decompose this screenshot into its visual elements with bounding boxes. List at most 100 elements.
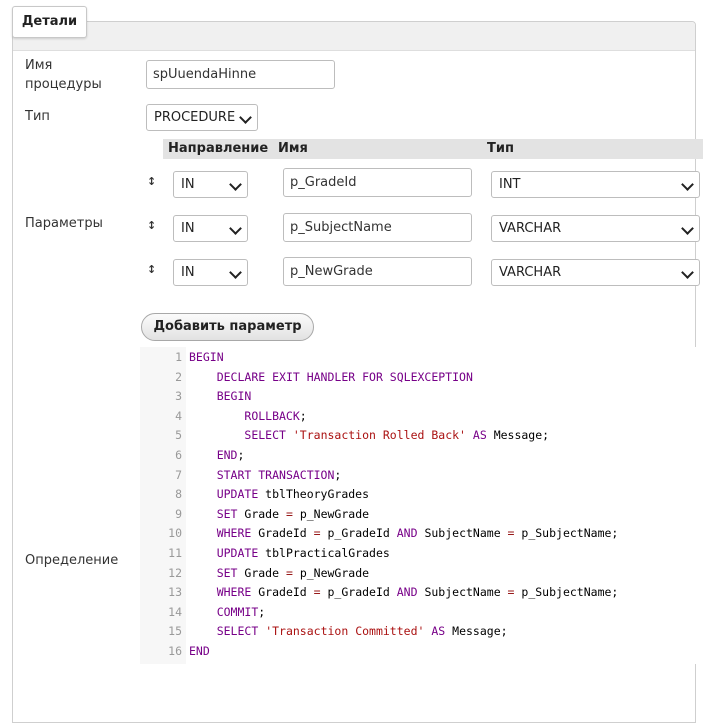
code-token: AND — [396, 585, 418, 600]
drag-handle-icon[interactable]: ↕ — [147, 175, 156, 188]
code-editor[interactable]: 1 BEGIN 2 DECLARE EXIT HANDLER FOR SQLEXCE… — [140, 347, 703, 664]
code-line[interactable]: 15 SELECT 'Transaction Committed' AS Mes… — [140, 622, 703, 642]
code-token: BEGIN — [189, 350, 224, 364]
code-text: SELECT 'Transaction Rolled Back' AS Mess… — [189, 426, 549, 446]
code-token: SubjectName — [417, 526, 508, 541]
param-name-input[interactable]: p_NewGrade — [283, 257, 472, 286]
code-token: ; — [237, 448, 245, 462]
line-number: 6 — [175, 448, 182, 462]
code-token: Grade — [237, 506, 286, 521]
param-direction-select[interactable]: IN — [173, 215, 248, 242]
code-line[interactable]: 6 END; — [140, 446, 703, 466]
code-token: p_NewGrade — [292, 565, 370, 580]
code-token: tblTheoryGrades — [258, 487, 370, 502]
code-token: WHERE — [216, 585, 252, 600]
code-line[interactable]: 3 BEGIN — [140, 387, 703, 407]
line-number: 5 — [175, 428, 182, 443]
code-text: BEGIN — [189, 387, 252, 407]
code-line[interactable]: 2 DECLARE EXIT HANDLER FOR SQLEXCEPTION — [140, 368, 703, 388]
details-legend: Детали — [12, 6, 87, 38]
code-token: p_NewGrade — [292, 506, 370, 521]
code-token: GradeId — [251, 526, 314, 541]
code-token: AND — [396, 526, 418, 541]
code-line[interactable]: 7 START TRANSACTION; — [140, 466, 703, 486]
param-direction-select[interactable]: IN — [173, 259, 248, 286]
line-number: 8 — [175, 487, 182, 502]
code-line[interactable]: 12 SET Grade = p_NewGrade — [140, 564, 703, 584]
param-direction-value: IN — [181, 177, 195, 192]
line-number: 13 — [168, 585, 182, 600]
chevron-down-icon — [239, 111, 252, 124]
code-line[interactable]: 1 BEGIN — [140, 348, 703, 368]
code-line[interactable]: 5 SELECT 'Transaction Rolled Back' AS Me… — [140, 426, 703, 446]
line-number: 1 — [175, 350, 182, 364]
type-select[interactable]: PROCEDURE — [146, 104, 258, 131]
chevron-down-icon — [681, 178, 694, 191]
code-token: END — [216, 448, 238, 462]
code-token: = — [313, 526, 321, 541]
param-type-value: VARCHAR — [499, 221, 562, 236]
line-number: 14 — [168, 604, 182, 619]
code-token: Grade — [237, 565, 286, 580]
code-text: ROLLBACK; — [189, 407, 306, 427]
code-token: ; — [258, 604, 266, 619]
line-number: 3 — [175, 389, 182, 404]
code-text: SET Grade = p_NewGrade — [189, 505, 369, 525]
chevron-down-icon — [229, 266, 242, 279]
code-token: UPDATE — [216, 546, 259, 560]
code-token: AS — [472, 428, 487, 443]
definition-label: Определение — [25, 553, 119, 568]
code-token: Message; — [445, 624, 508, 639]
code-line[interactable]: 10 WHERE GradeId = p_GradeId AND Subject… — [140, 524, 703, 544]
code-line[interactable]: 16 END — [140, 642, 703, 662]
param-name-input[interactable]: p_SubjectName — [283, 213, 472, 242]
code-token: SubjectName — [417, 585, 508, 600]
code-token: 'Transaction Committed' — [265, 624, 425, 639]
param-type-select[interactable]: VARCHAR — [491, 215, 700, 242]
param-type-select[interactable]: VARCHAR — [491, 259, 700, 286]
line-number: 9 — [175, 506, 182, 521]
code-line[interactable]: 11 UPDATE tblPracticalGrades — [140, 544, 703, 564]
code-token: p_GradeId — [320, 585, 397, 600]
line-number: 7 — [175, 467, 182, 482]
procedure-name-label: Имя процедуры — [25, 58, 102, 92]
drag-handle-icon[interactable]: ↕ — [147, 263, 156, 276]
param-type-select[interactable]: INT — [491, 171, 700, 198]
header-name: Имя — [278, 141, 308, 156]
code-line[interactable]: 8 UPDATE tblTheoryGrades — [140, 485, 703, 505]
code-text: COMMIT; — [189, 603, 265, 623]
add-parameter-button[interactable]: Добавить параметр — [141, 313, 314, 341]
param-direction-select[interactable]: IN — [173, 171, 248, 198]
code-token: GradeId — [251, 585, 314, 600]
line-number: 12 — [168, 565, 182, 580]
code-token: START TRANSACTION — [216, 467, 335, 482]
param-type-value: INT — [499, 177, 521, 192]
code-line[interactable]: 9 SET Grade = p_NewGrade — [140, 505, 703, 525]
code-text: BEGIN — [189, 348, 224, 368]
code-line[interactable]: 4 ROLLBACK; — [140, 407, 703, 427]
procedure-name-input[interactable]: spUuendaHinne — [146, 60, 335, 89]
code-token: WHERE — [216, 526, 252, 541]
chevron-down-icon — [229, 178, 242, 191]
chevron-down-icon — [681, 222, 694, 235]
param-name-input[interactable]: p_GradeId — [283, 168, 472, 197]
code-line[interactable]: 14 COMMIT; — [140, 603, 703, 623]
code-token: DECLARE EXIT HANDLER FOR SQLEXCEPTION — [216, 369, 473, 384]
code-token: SELECT — [244, 428, 286, 443]
param-direction-value: IN — [181, 265, 195, 280]
code-token: Message; — [486, 428, 550, 443]
drag-handle-icon[interactable]: ↕ — [147, 219, 156, 232]
line-number: 11 — [168, 546, 182, 560]
code-token: BEGIN — [216, 389, 252, 404]
code-token: UPDATE — [216, 487, 259, 502]
code-line[interactable]: 13 WHERE GradeId = p_GradeId AND Subject… — [140, 583, 703, 603]
